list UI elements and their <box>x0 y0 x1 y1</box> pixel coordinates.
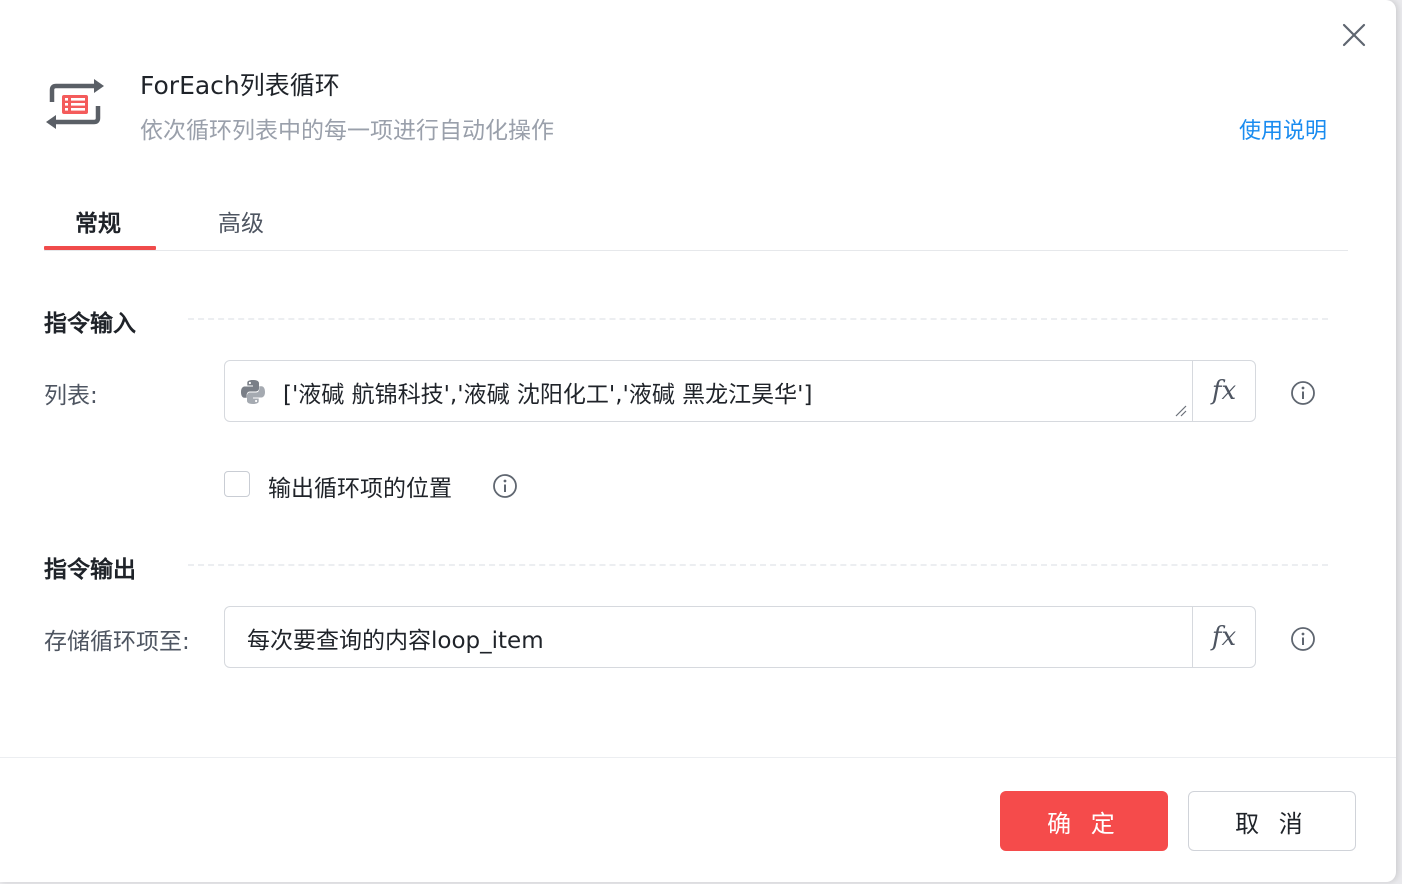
section-divider <box>188 318 1328 320</box>
fx-button[interactable]: fx <box>1192 607 1255 667</box>
tab-advanced[interactable]: 高级 <box>218 204 264 238</box>
list-input-value: ['液碱 航锦科技','液碱 沈阳化工','液碱 黑龙江昊华'] <box>283 382 813 408</box>
output-position-checkbox[interactable] <box>224 471 250 497</box>
dialog-title: ForEach列表循环 <box>140 71 340 100</box>
store-input-value: 每次要查询的内容loop_item <box>247 628 544 654</box>
help-link[interactable]: 使用说明 <box>1239 113 1327 145</box>
store-input[interactable]: 每次要查询的内容loop_item fx <box>224 606 1256 668</box>
list-input[interactable]: ['液碱 航锦科技','液碱 沈阳化工','液碱 黑龙江昊华'] fx <box>224 360 1256 422</box>
fx-button[interactable]: fx <box>1192 361 1255 421</box>
close-icon[interactable] <box>1339 20 1369 50</box>
section-divider <box>188 564 1328 566</box>
info-icon[interactable] <box>492 473 518 499</box>
cancel-button[interactable]: 取 消 <box>1188 791 1356 851</box>
checkbox-label: 输出循环项的位置 <box>268 476 452 502</box>
tab-general[interactable]: 常规 <box>75 204 121 238</box>
dialog-subtitle: 依次循环列表中的每一项进行自动化操作 <box>140 118 554 144</box>
tab-bar: 常规 高级 <box>44 190 1348 251</box>
active-tab-indicator <box>44 246 156 250</box>
fx-icon: fx <box>1211 376 1237 406</box>
section-title-input: 指令输入 <box>44 311 136 337</box>
python-icon <box>241 380 265 404</box>
store-field-label: 存储循环项至: <box>44 629 190 655</box>
info-icon[interactable] <box>1290 626 1316 652</box>
resize-grip-icon[interactable] <box>1175 405 1187 417</box>
fx-icon: fx <box>1211 622 1237 652</box>
foreach-dialog: ForEach列表循环 依次循环列表中的每一项进行自动化操作 使用说明 常规 高… <box>0 0 1396 882</box>
info-icon[interactable] <box>1290 380 1316 406</box>
footer-divider <box>0 757 1396 758</box>
loop-list-icon <box>46 79 104 129</box>
section-title-output: 指令输出 <box>44 557 136 583</box>
list-field-label: 列表: <box>44 383 98 409</box>
confirm-button[interactable]: 确 定 <box>1000 791 1168 851</box>
